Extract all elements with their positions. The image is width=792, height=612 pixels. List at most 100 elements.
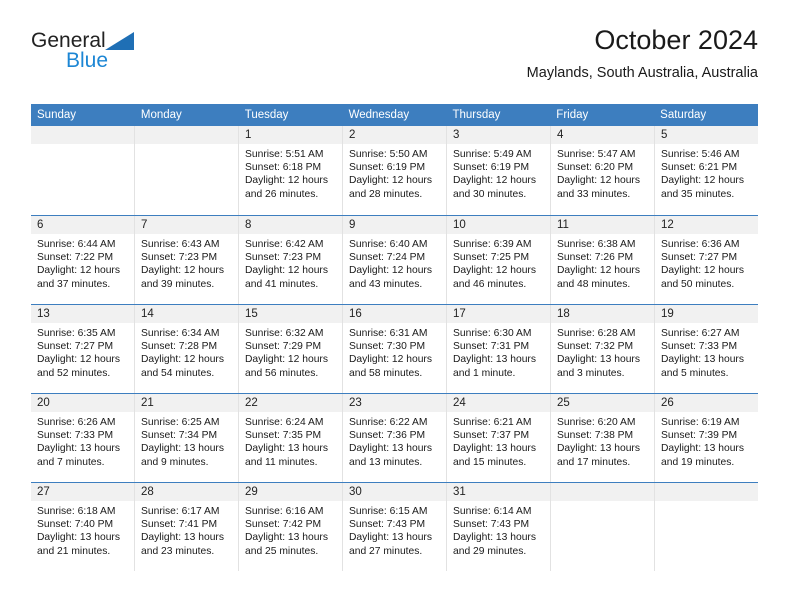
calendar-day-cell[interactable]: 16 Sunrise: 6:31 AM Sunset: 7:30 PM Dayligh… — [343, 305, 447, 393]
day-info-line: Sunset: 7:38 PM — [557, 430, 634, 442]
day-sun-info: Sunrise: 5:46 AM Sunset: 6:21 PM Daylight:… — [655, 144, 758, 201]
day-sun-info: Sunrise: 6:17 AM Sunset: 7:41 PM Daylight:… — [135, 501, 238, 558]
day-info-line: Daylight: 13 hours — [245, 443, 328, 455]
day-number — [31, 126, 134, 144]
day-info-line: and 9 minutes. — [141, 456, 209, 468]
calendar-day-cell[interactable]: 23 Sunrise: 6:22 AM Sunset: 7:36 PM Dayligh… — [343, 394, 447, 482]
day-info-line: and 39 minutes. — [141, 278, 215, 290]
day-info-line: Sunset: 6:19 PM — [453, 162, 530, 174]
day-info-line: Daylight: 12 hours — [245, 175, 328, 187]
day-info-line: Sunrise: 5:46 AM — [661, 149, 740, 160]
day-info-line: Daylight: 13 hours — [37, 443, 120, 455]
day-sun-info: Sunrise: 6:26 AM Sunset: 7:33 PM Daylight:… — [31, 412, 134, 469]
day-info-line: and 1 minute. — [453, 367, 516, 379]
day-info-line: Sunrise: 6:21 AM — [453, 417, 532, 428]
brand-name-general: General — [31, 29, 106, 52]
day-info-line: Daylight: 12 hours — [349, 265, 432, 277]
day-info-line: Sunset: 7:27 PM — [661, 252, 738, 264]
day-sun-info: Sunrise: 6:35 AM Sunset: 7:27 PM Daylight:… — [31, 323, 134, 380]
day-info-line: and 29 minutes. — [453, 545, 527, 557]
calendar-day-cell[interactable]: 2 Sunrise: 5:50 AM Sunset: 6:19 PM Daylight… — [343, 126, 447, 215]
calendar-day-cell-empty — [135, 126, 239, 215]
day-sun-info: Sunrise: 6:16 AM Sunset: 7:42 PM Daylight:… — [239, 501, 342, 558]
calendar-day-cell[interactable]: 28 Sunrise: 6:17 AM Sunset: 7:41 PM Dayligh… — [135, 483, 239, 571]
calendar-day-cell[interactable]: 30 Sunrise: 6:15 AM Sunset: 7:43 PM Dayligh… — [343, 483, 447, 571]
calendar-day-cell-empty — [31, 126, 135, 215]
calendar-day-cell[interactable]: 29 Sunrise: 6:16 AM Sunset: 7:42 PM Dayligh… — [239, 483, 343, 571]
weekday-header-thursday: Thursday — [452, 109, 501, 121]
calendar-day-cell[interactable]: 31 Sunrise: 6:14 AM Sunset: 7:43 PM Dayligh… — [447, 483, 551, 571]
calendar-day-cell[interactable]: 1 Sunrise: 5:51 AM Sunset: 6:18 PM Daylight… — [239, 126, 343, 215]
calendar-day-cell[interactable]: 10 Sunrise: 6:39 AM Sunset: 7:25 PM Dayligh… — [447, 216, 551, 304]
calendar-day-cell[interactable]: 5 Sunrise: 5:46 AM Sunset: 6:21 PM Daylight… — [655, 126, 758, 215]
calendar-day-cell[interactable]: 21 Sunrise: 6:25 AM Sunset: 7:34 PM Dayligh… — [135, 394, 239, 482]
day-info-line: Sunrise: 6:42 AM — [245, 239, 324, 250]
calendar-day-cell[interactable]: 7 Sunrise: 6:43 AM Sunset: 7:23 PM Daylight… — [135, 216, 239, 304]
day-sun-info: Sunrise: 6:27 AM Sunset: 7:33 PM Daylight:… — [655, 323, 758, 380]
calendar-day-cell[interactable]: 15 Sunrise: 6:32 AM Sunset: 7:29 PM Dayligh… — [239, 305, 343, 393]
day-info-line: Sunrise: 5:51 AM — [245, 149, 324, 160]
day-info-line: and 26 minutes. — [245, 188, 319, 200]
calendar-day-cell[interactable]: 13 Sunrise: 6:35 AM Sunset: 7:27 PM Dayligh… — [31, 305, 135, 393]
day-info-line: Sunset: 6:21 PM — [661, 162, 738, 174]
day-sun-info: Sunrise: 6:31 AM Sunset: 7:30 PM Daylight:… — [343, 323, 446, 380]
brand-triangle-icon — [104, 32, 134, 50]
calendar-day-cell[interactable]: 27 Sunrise: 6:18 AM Sunset: 7:40 PM Dayligh… — [31, 483, 135, 571]
day-info-line: Daylight: 12 hours — [349, 175, 432, 187]
calendar-week-row: 27 Sunrise: 6:18 AM Sunset: 7:40 PM Dayligh… — [31, 482, 758, 571]
day-number: 12 — [655, 216, 758, 234]
day-sun-info: Sunrise: 6:40 AM Sunset: 7:24 PM Daylight:… — [343, 234, 446, 291]
day-sun-info: Sunrise: 6:42 AM Sunset: 7:23 PM Daylight:… — [239, 234, 342, 291]
day-info-line: Sunrise: 6:34 AM — [141, 328, 220, 339]
day-info-line: Sunrise: 6:35 AM — [37, 328, 116, 339]
calendar-day-cell[interactable]: 3 Sunrise: 5:49 AM Sunset: 6:19 PM Daylight… — [447, 126, 551, 215]
day-info-line: Sunset: 7:28 PM — [141, 341, 218, 353]
day-info-line: Sunrise: 5:49 AM — [453, 149, 532, 160]
calendar-day-cell[interactable]: 8 Sunrise: 6:42 AM Sunset: 7:23 PM Daylight… — [239, 216, 343, 304]
calendar-day-cell[interactable]: 11 Sunrise: 6:38 AM Sunset: 7:26 PM Dayligh… — [551, 216, 655, 304]
calendar-day-cell[interactable]: 19 Sunrise: 6:27 AM Sunset: 7:33 PM Dayligh… — [655, 305, 758, 393]
calendar-day-cell[interactable]: 9 Sunrise: 6:40 AM Sunset: 7:24 PM Daylight… — [343, 216, 447, 304]
day-info-line: Sunset: 7:25 PM — [453, 252, 530, 264]
day-info-line: Daylight: 13 hours — [661, 443, 744, 455]
day-sun-info: Sunrise: 6:32 AM Sunset: 7:29 PM Daylight:… — [239, 323, 342, 380]
calendar-day-cell[interactable]: 6 Sunrise: 6:44 AM Sunset: 7:22 PM Daylight… — [31, 216, 135, 304]
day-info-line: and 46 minutes. — [453, 278, 527, 290]
day-info-line: Sunrise: 6:39 AM — [453, 239, 532, 250]
day-info-line: Sunset: 7:27 PM — [37, 341, 114, 353]
day-sun-info: Sunrise: 6:43 AM Sunset: 7:23 PM Daylight:… — [135, 234, 238, 291]
calendar-day-cell[interactable]: 22 Sunrise: 6:24 AM Sunset: 7:35 PM Dayligh… — [239, 394, 343, 482]
day-sun-info: Sunrise: 6:44 AM Sunset: 7:22 PM Daylight:… — [31, 234, 134, 291]
calendar-day-cell[interactable]: 26 Sunrise: 6:19 AM Sunset: 7:39 PM Dayligh… — [655, 394, 758, 482]
day-info-line: Sunset: 7:40 PM — [37, 519, 114, 531]
calendar-day-cell[interactable]: 24 Sunrise: 6:21 AM Sunset: 7:37 PM Dayligh… — [447, 394, 551, 482]
day-info-line: and 21 minutes. — [37, 545, 111, 557]
day-number: 11 — [551, 216, 654, 234]
day-info-line: Daylight: 13 hours — [349, 532, 432, 544]
day-info-line: Daylight: 12 hours — [245, 354, 328, 366]
weekday-header-monday: Monday — [140, 109, 182, 121]
day-info-line: and 35 minutes. — [661, 188, 735, 200]
day-info-line: and 15 minutes. — [453, 456, 527, 468]
day-info-line: Sunset: 7:30 PM — [349, 341, 426, 353]
calendar-day-cell[interactable]: 25 Sunrise: 6:20 AM Sunset: 7:38 PM Dayligh… — [551, 394, 655, 482]
day-number: 14 — [135, 305, 238, 323]
day-sun-info: Sunrise: 5:47 AM Sunset: 6:20 PM Daylight:… — [551, 144, 654, 201]
calendar-day-cell[interactable]: 20 Sunrise: 6:26 AM Sunset: 7:33 PM Dayligh… — [31, 394, 135, 482]
calendar-day-cell[interactable]: 14 Sunrise: 6:34 AM Sunset: 7:28 PM Dayligh… — [135, 305, 239, 393]
day-info-line: Sunrise: 6:18 AM — [37, 506, 116, 517]
day-info-line: Daylight: 13 hours — [245, 532, 328, 544]
day-number: 24 — [447, 394, 550, 412]
day-info-line: Daylight: 13 hours — [453, 532, 536, 544]
day-sun-info: Sunrise: 5:51 AM Sunset: 6:18 PM Daylight:… — [239, 144, 342, 201]
day-info-line: and 17 minutes. — [557, 456, 631, 468]
calendar-day-cell[interactable]: 4 Sunrise: 5:47 AM Sunset: 6:20 PM Daylight… — [551, 126, 655, 215]
calendar-day-cell[interactable]: 12 Sunrise: 6:36 AM Sunset: 7:27 PM Dayligh… — [655, 216, 758, 304]
day-info-line: Sunset: 6:19 PM — [349, 162, 426, 174]
day-sun-info: Sunrise: 6:15 AM Sunset: 7:43 PM Daylight:… — [343, 501, 446, 558]
day-info-line: Daylight: 13 hours — [141, 532, 224, 544]
calendar-day-cell[interactable]: 18 Sunrise: 6:28 AM Sunset: 7:32 PM Dayligh… — [551, 305, 655, 393]
calendar-day-cell[interactable]: 17 Sunrise: 6:30 AM Sunset: 7:31 PM Dayligh… — [447, 305, 551, 393]
day-sun-info: Sunrise: 6:20 AM Sunset: 7:38 PM Daylight:… — [551, 412, 654, 469]
day-info-line: Sunset: 7:41 PM — [141, 519, 218, 531]
